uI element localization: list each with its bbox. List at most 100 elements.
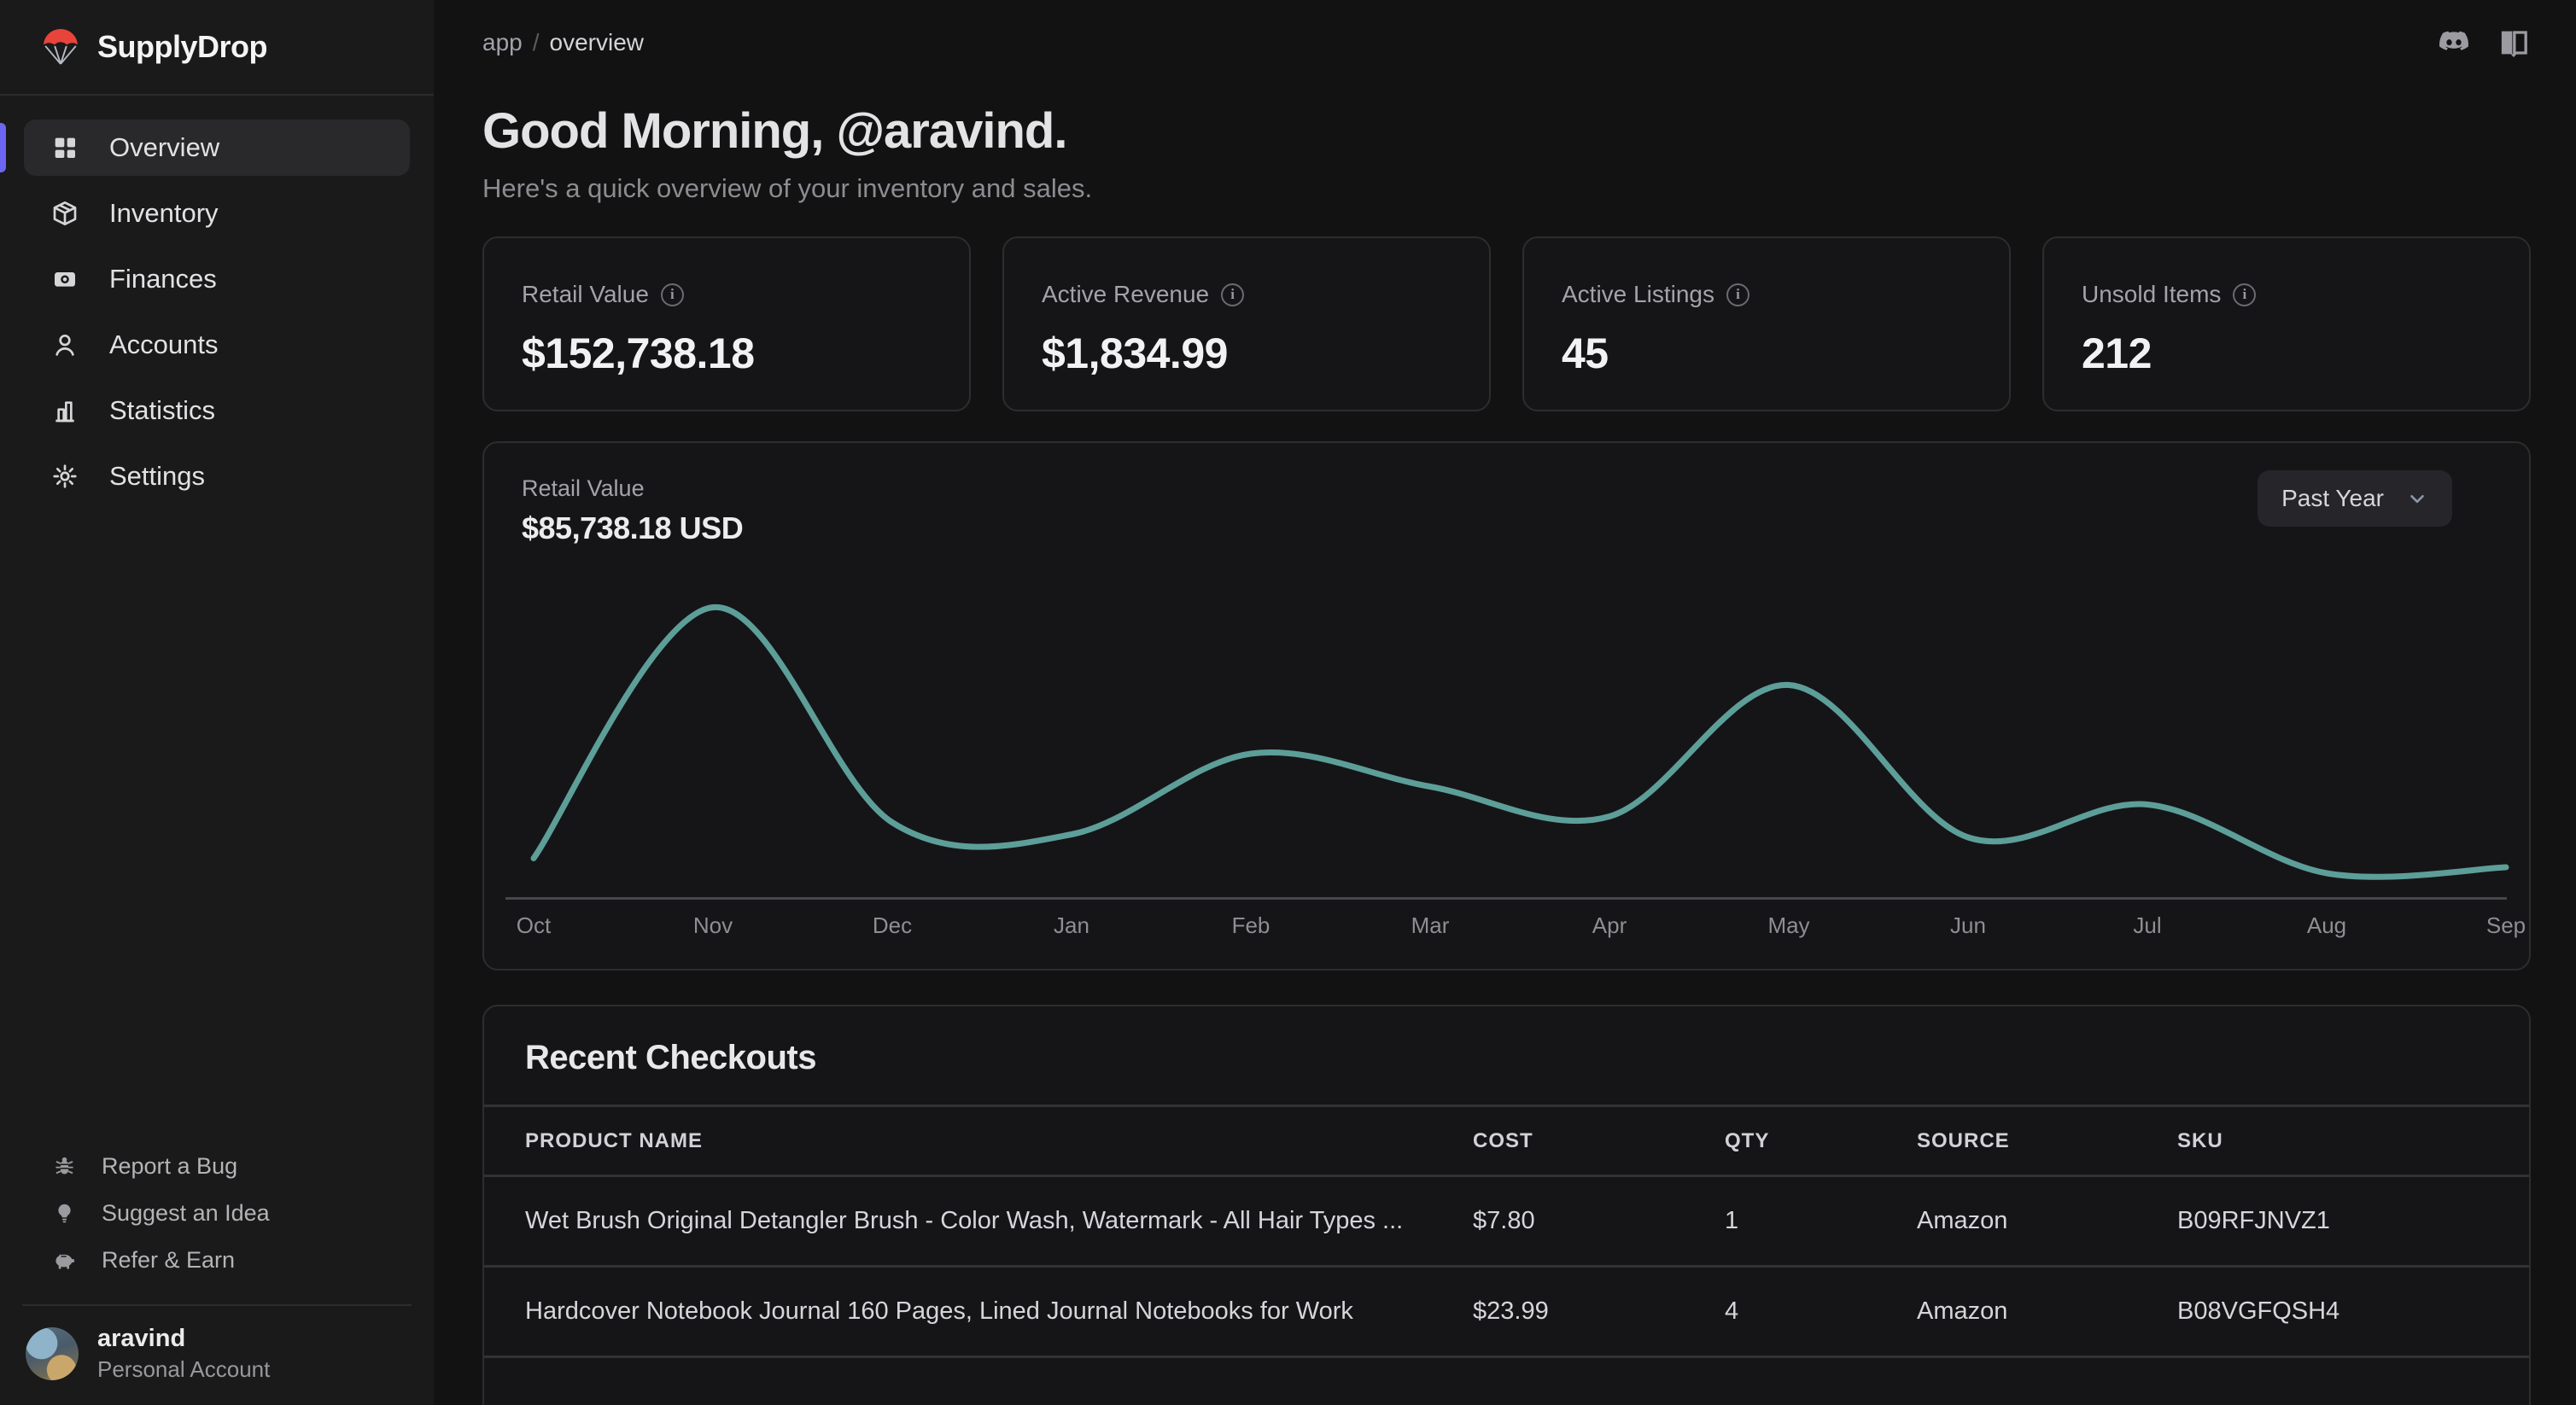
month-tick-label: Apr [1550, 912, 1669, 939]
month-tick-label: Jul [2088, 912, 2207, 939]
sidebar-item-overview[interactable]: Overview [24, 120, 410, 176]
chart-header: Retail Value $85,738.18 USD [522, 475, 743, 546]
column-header[interactable]: SOURCE [1917, 1129, 2177, 1153]
report-bug-link[interactable]: Report a Bug [0, 1143, 434, 1190]
sidebar-spacer [0, 514, 434, 1143]
lightbulb-icon [53, 1202, 76, 1225]
stat-card-active-revenue: Active Revenue $1,834.99 [1002, 236, 1491, 411]
user-account-type: Personal Account [97, 1356, 270, 1383]
docs-book-icon[interactable] [2497, 26, 2531, 60]
dashboard-icon [51, 134, 79, 161]
chart-label: Retail Value [522, 475, 743, 502]
parachute-logo-icon [43, 27, 79, 67]
month-tick-label: Mar [1370, 912, 1490, 939]
user-icon [51, 331, 79, 359]
bug-icon [53, 1155, 76, 1178]
sidebar: SupplyDrop Overview [0, 0, 434, 1405]
sidebar-item-finances[interactable]: Finances [24, 251, 410, 307]
chart-current-value: $85,738.18 USD [522, 510, 743, 546]
footer-link-label: Report a Bug [102, 1153, 237, 1180]
package-icon [51, 200, 79, 227]
column-header[interactable]: SKU [2177, 1129, 2488, 1153]
month-tick-label: Sep [2446, 912, 2566, 939]
brand-logo-row: SupplyDrop [0, 0, 434, 96]
sidebar-item-label: Settings [109, 461, 205, 492]
table-row[interactable]: Wet Brush Original Detangler Brush - Col… [484, 1175, 2529, 1265]
stat-card-active-listings: Active Listings 45 [1522, 236, 2011, 411]
brand-name: SupplyDrop [97, 29, 267, 65]
topbar: app / overview [482, 0, 2531, 85]
sidebar-item-label: Statistics [109, 395, 215, 426]
sidebar-item-inventory[interactable]: Inventory [24, 185, 410, 242]
retail-value-line-chart [501, 584, 2525, 901]
month-tick-label: Nov [653, 912, 773, 939]
column-header[interactable]: QTY [1725, 1129, 1917, 1153]
month-tick-label: Jan [1012, 912, 1131, 939]
refer-earn-link[interactable]: Refer & Earn [0, 1237, 434, 1284]
cell-sku: B08VGFQSH4 [2177, 1297, 2488, 1326]
retail-value-chart-card: Retail Value $85,738.18 USD Past Year Oc… [482, 441, 2531, 971]
sidebar-item-settings[interactable]: Settings [24, 448, 410, 504]
sidebar-item-statistics[interactable]: Statistics [24, 382, 410, 439]
range-select-dropdown[interactable]: Past Year [2258, 470, 2452, 527]
bar-chart-icon [51, 397, 79, 424]
sidebar-item-label: Overview [109, 132, 219, 163]
footer-link-label: Refer & Earn [102, 1247, 235, 1274]
stat-value: $152,738.18 [522, 329, 932, 378]
main-content: app / overview Good Morning, @ar [434, 0, 2576, 1405]
cell-product-name: Wet Brush Original Detangler Brush - Col… [525, 1207, 1473, 1235]
month-tick-label: May [1729, 912, 1849, 939]
column-header[interactable]: PRODUCT NAME [525, 1129, 1473, 1153]
chevron-down-icon [2406, 487, 2428, 510]
user-name: aravind [97, 1325, 270, 1353]
stat-card-retail-value: Retail Value $152,738.18 [482, 236, 971, 411]
cell-cost: $23.99 [1473, 1297, 1725, 1326]
chart-x-axis [505, 897, 2507, 900]
sidebar-footer-links: Report a Bug Suggest an Idea [0, 1143, 434, 1284]
welcome-block: Good Morning, @aravind. Here's a quick o… [482, 102, 2531, 204]
info-icon[interactable] [1221, 283, 1244, 306]
breadcrumb-page[interactable]: overview [550, 29, 644, 56]
info-icon[interactable] [2233, 283, 2256, 306]
stat-value: $1,834.99 [1042, 329, 1452, 378]
info-icon[interactable] [1726, 283, 1749, 306]
sidebar-nav: Overview Inventory Finances [0, 120, 434, 514]
sidebar-item-accounts[interactable]: Accounts [24, 317, 410, 373]
suggest-idea-link[interactable]: Suggest an Idea [0, 1190, 434, 1237]
cell-source: Amazon [1917, 1207, 2177, 1235]
stat-value: 45 [1562, 329, 1971, 378]
gear-icon [51, 463, 79, 490]
user-profile[interactable]: aravind Personal Account [0, 1306, 434, 1405]
stat-label: Retail Value [522, 281, 649, 308]
info-icon[interactable] [661, 283, 684, 306]
month-tick-label: Feb [1191, 912, 1311, 939]
table-header-row: PRODUCT NAME COST QTY SOURCE SKU [484, 1105, 2529, 1175]
breadcrumb-section[interactable]: app [482, 29, 523, 56]
footer-link-label: Suggest an Idea [102, 1200, 270, 1227]
cell-qty: 4 [1725, 1297, 1917, 1326]
sidebar-item-label: Finances [109, 264, 217, 294]
month-tick-label: Aug [2267, 912, 2386, 939]
cell-source: Amazon [1917, 1297, 2177, 1326]
cell-product-name: Hardcover Notebook Journal 160 Pages, Li… [525, 1297, 1473, 1326]
sidebar-item-label: Accounts [109, 329, 219, 360]
section-title: Recent Checkouts [484, 1006, 2529, 1105]
breadcrumb: app / overview [482, 29, 644, 56]
active-indicator [0, 123, 6, 172]
table-row[interactable] [484, 1355, 2529, 1405]
discord-icon[interactable] [2437, 26, 2471, 60]
stat-label: Active Revenue [1042, 281, 1209, 308]
page-title: Good Morning, @aravind. [482, 102, 2531, 160]
cell-cost: $7.80 [1473, 1207, 1725, 1235]
stat-value: 212 [2082, 329, 2491, 378]
column-header[interactable]: COST [1473, 1129, 1725, 1153]
stat-label: Active Listings [1562, 281, 1714, 308]
recent-checkouts-card: Recent Checkouts PRODUCT NAME COST QTY S… [482, 1005, 2531, 1405]
breadcrumb-separator: / [533, 29, 540, 56]
stat-card-unsold-items: Unsold Items 212 [2042, 236, 2531, 411]
month-tick-label: Jun [1908, 912, 2028, 939]
month-tick-label: Oct [474, 912, 593, 939]
month-tick-label: Dec [832, 912, 952, 939]
sidebar-item-label: Inventory [109, 198, 219, 229]
table-row[interactable]: Hardcover Notebook Journal 160 Pages, Li… [484, 1265, 2529, 1355]
